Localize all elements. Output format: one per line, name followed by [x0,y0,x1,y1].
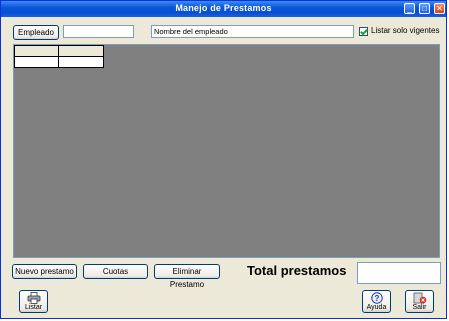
total-prestamos-label: Total prestamos [247,263,347,278]
grid-cell[interactable] [14,56,59,68]
maximize-button[interactable]: □ [419,3,430,14]
salir-button[interactable]: Salir [405,290,434,313]
vigentes-label: Listar solo vigentes [371,26,440,35]
empleado-code-field[interactable] [63,25,134,38]
nuevo-prestamo-button[interactable]: Nuevo prestamo [12,264,77,279]
main-window: Manejo de Prestamos _ □ ✕ Empleado Nombr… [0,0,447,319]
help-icon: ? [363,292,390,304]
exit-icon [406,292,433,304]
close-button[interactable]: ✕ [434,3,445,14]
grid-cell[interactable] [58,56,104,68]
vigentes-checkbox[interactable] [359,27,368,36]
listar-label: Listar [24,304,43,311]
window-title: Manejo de Prestamos [175,3,272,13]
prestamos-grid[interactable] [13,44,440,258]
salir-label: Salir [412,304,427,311]
ayuda-label: Ayuda [366,304,387,311]
ayuda-button[interactable]: ? Ayuda [362,290,391,313]
minimize-button[interactable]: _ [404,3,415,14]
empleado-name-field[interactable]: Nombre del empleado [151,25,354,38]
listar-button[interactable]: Listar [19,290,48,313]
printer-icon [20,292,47,304]
empleado-button[interactable]: Empleado [13,25,59,40]
svg-text:?: ? [374,294,379,303]
title-bar[interactable]: Manejo de Prestamos _ □ ✕ [1,1,446,17]
total-prestamos-field [357,262,441,284]
cuotas-button[interactable]: Cuotas [83,264,148,279]
eliminar-prestamo-button[interactable]: Eliminar Prestamo [154,264,220,289]
